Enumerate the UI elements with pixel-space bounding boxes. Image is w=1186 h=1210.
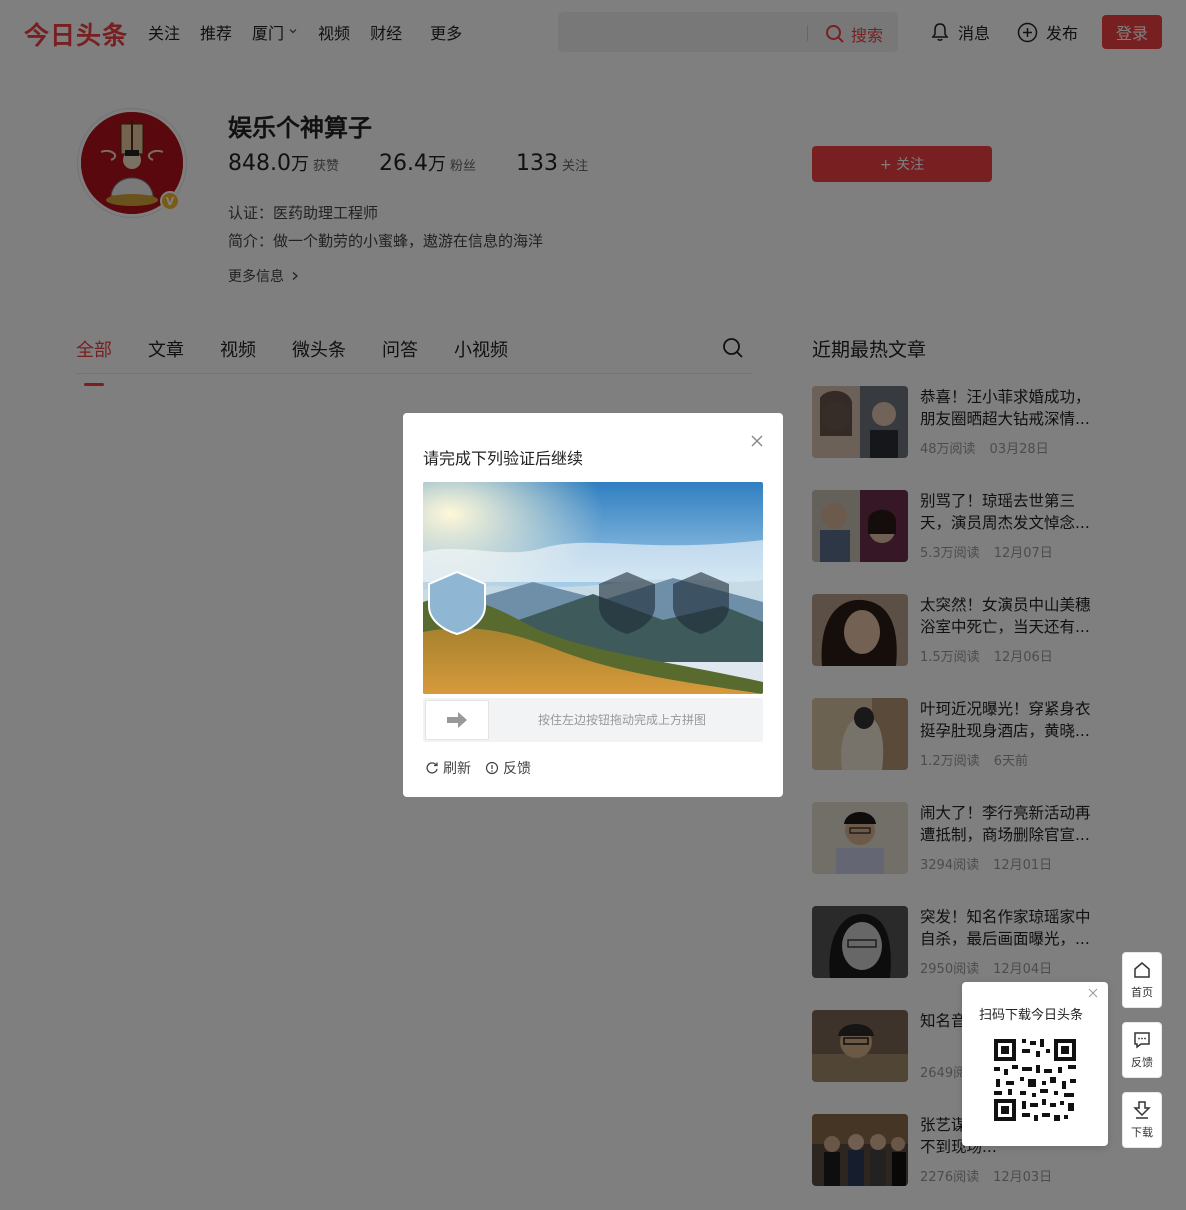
captcha-hint: 按住左边按钮拖动完成上方拼图: [538, 713, 707, 727]
feedback-label: 反馈: [503, 761, 531, 777]
qr-code-image: [992, 1037, 1078, 1123]
qr-close-button[interactable]: [1088, 987, 1098, 1001]
download-icon: [1133, 1101, 1151, 1119]
captcha-dialog: 请完成下列验证后继续 按住左边按钮拖动完成上方拼图 刷新 反馈: [403, 413, 783, 797]
info-icon: [485, 761, 499, 775]
rail-home-button[interactable]: 首页: [1122, 952, 1162, 1008]
qr-title: 扫码下载今日头条: [979, 1008, 1084, 1023]
captcha-slider-handle[interactable]: [425, 700, 489, 740]
captcha-slider-track: 按住左边按钮拖动完成上方拼图: [423, 698, 763, 742]
home-icon: [1134, 962, 1150, 978]
captcha-actions: 刷新 反馈: [425, 758, 545, 778]
refresh-label: 刷新: [443, 761, 471, 777]
feedback-button[interactable]: 反馈: [485, 758, 531, 778]
captcha-puzzle-image: [423, 482, 763, 694]
close-icon: [751, 435, 763, 447]
close-icon: [1088, 988, 1098, 998]
rail-home-label: 首页: [1131, 986, 1153, 999]
rail-download-label: 下载: [1131, 1126, 1153, 1139]
rail-download-button[interactable]: 下载: [1122, 1092, 1162, 1148]
rail-feedback-label: 反馈: [1131, 1056, 1153, 1069]
close-button[interactable]: [749, 433, 765, 449]
chat-icon: [1134, 1032, 1150, 1049]
rail-feedback-button[interactable]: 反馈: [1122, 1022, 1162, 1078]
refresh-icon: [426, 762, 438, 774]
refresh-button[interactable]: 刷新: [425, 758, 471, 778]
qr-download-popup: 扫码下载今日头条: [962, 982, 1108, 1146]
captcha-title: 请完成下列验证后继续: [423, 449, 584, 468]
arrow-right-icon: [447, 712, 467, 728]
